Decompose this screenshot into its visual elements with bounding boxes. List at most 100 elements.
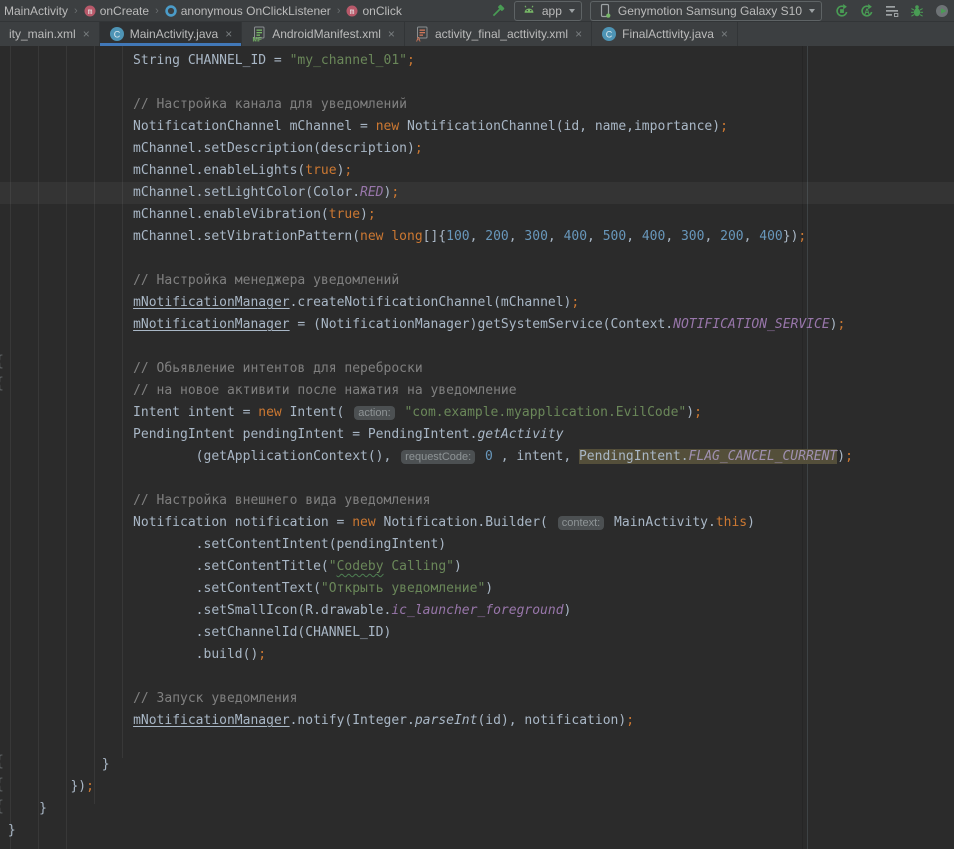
code-line[interactable]: .setChannelId(CHANNEL_ID) xyxy=(0,622,954,644)
svg-text:C: C xyxy=(113,30,120,40)
code-line[interactable]: mNotificationManager.createNotificationC… xyxy=(0,292,954,314)
code-line[interactable] xyxy=(0,336,954,358)
code-line[interactable]: .setSmallIcon(R.drawable.ic_launcher_for… xyxy=(0,600,954,622)
svg-text:m: m xyxy=(87,7,92,16)
layout-xml-icon: A xyxy=(414,26,430,42)
tab-label: FinalActtivity.java xyxy=(622,27,714,41)
tab-label: MainActivity.java xyxy=(130,27,218,41)
run-action-icons: A xyxy=(834,3,950,19)
code-line[interactable]: // Настройка канала для уведомлений xyxy=(0,94,954,116)
close-tab-icon[interactable]: × xyxy=(721,27,728,41)
run-toolbar: app Genymotion Samsung Galaxy S10 A xyxy=(490,1,950,21)
code-line[interactable]: // на новое активити после нажатия на ув… xyxy=(0,380,954,402)
code-line[interactable]: String CHANNEL_ID = "my_channel_01"; xyxy=(0,50,954,72)
code-line[interactable] xyxy=(0,666,954,688)
code-line[interactable] xyxy=(0,248,954,270)
code-line[interactable]: Notification notification = new Notifica… xyxy=(0,512,954,534)
editor-tab[interactable]: ity_main.xml × xyxy=(0,22,100,46)
profiler-icon[interactable] xyxy=(934,3,950,19)
coverage-icon[interactable] xyxy=(884,3,900,19)
breadcrumb-item[interactable]: m onClick xyxy=(346,4,401,18)
code-line[interactable]: mChannel.setVibrationPattern(new long[]{… xyxy=(0,226,954,248)
code-line[interactable]: mNotificationManager.notify(Integer.pars… xyxy=(0,710,954,732)
code-line[interactable]: mChannel.setDescription(description); xyxy=(0,138,954,160)
code-line[interactable]: } xyxy=(0,754,954,776)
breadcrumb-label: MainActivity xyxy=(4,4,68,18)
close-tab-icon[interactable]: × xyxy=(225,27,232,41)
android-studio-window: MainActivity › monCreate › anonymous OnClick… xyxy=(0,0,954,849)
device-label: Genymotion Samsung Galaxy S10 xyxy=(618,4,802,18)
close-tab-icon[interactable]: × xyxy=(575,27,582,41)
parameter-hint: context: xyxy=(558,516,605,530)
debug-icon[interactable] xyxy=(909,3,925,19)
code-line[interactable]: .setContentTitle("Codeby Calling") xyxy=(0,556,954,578)
java-class-icon: C xyxy=(109,26,125,42)
code-line[interactable]: // Обьявление интентов для переброски xyxy=(0,358,954,380)
breadcrumb: MainActivity › monCreate › anonymous OnClick… xyxy=(4,4,402,18)
code-line[interactable]: mNotificationManager = (NotificationMana… xyxy=(0,314,954,336)
gutter-fold-marker[interactable]: { xyxy=(0,777,4,791)
code-line[interactable] xyxy=(0,732,954,754)
code-line[interactable]: mChannel.setLightColor(Color.RED); xyxy=(0,182,954,204)
code-line[interactable]: // Запуск уведомления xyxy=(0,688,954,710)
chevron-down-icon xyxy=(809,9,815,13)
breadcrumb-label: anonymous OnClickListener xyxy=(181,4,331,18)
breadcrumb-item[interactable]: anonymous OnClickListener xyxy=(165,4,331,18)
editor-tab[interactable]: Aactivity_final_acttivity.xml × xyxy=(405,22,592,46)
apply-changes-icon[interactable] xyxy=(834,3,850,19)
code-line[interactable] xyxy=(0,72,954,94)
editor-tab[interactable]: C FinalActtivity.java × xyxy=(592,22,738,46)
anonymous-class-icon xyxy=(165,5,177,17)
close-tab-icon[interactable]: × xyxy=(83,27,90,41)
run-config-select[interactable]: app xyxy=(514,1,582,21)
parameter-hint: action: xyxy=(354,406,394,420)
run-config-label: app xyxy=(542,4,562,18)
parameter-hint: requestCode: xyxy=(401,450,475,464)
phone-icon xyxy=(597,3,613,19)
breadcrumb-item[interactable]: MainActivity xyxy=(4,4,68,18)
code-line[interactable]: }); xyxy=(0,776,954,798)
code-line[interactable]: .setContentText("Открыть уведомление") xyxy=(0,578,954,600)
editor-tab[interactable]: MF AndroidManifest.xml × xyxy=(242,22,405,46)
code-line[interactable]: mChannel.enableLights(true); xyxy=(0,160,954,182)
code-line[interactable]: NotificationChannel mChannel = new Notif… xyxy=(0,116,954,138)
code-line[interactable] xyxy=(0,468,954,490)
gutter-fold-marker[interactable]: { xyxy=(0,376,4,390)
svg-text:C: C xyxy=(606,30,613,40)
breadcrumb-separator: › xyxy=(155,5,159,17)
code-line[interactable]: // Настройка внешнего вида уведомления xyxy=(0,490,954,512)
gutter-fold-marker[interactable]: { xyxy=(0,354,4,368)
tab-label: activity_final_acttivity.xml xyxy=(435,27,568,41)
tab-label: AndroidManifest.xml xyxy=(272,27,381,41)
java-class-icon: C xyxy=(601,26,617,42)
code-line[interactable]: mChannel.enableVibration(true); xyxy=(0,204,954,226)
editor-tab[interactable]: C MainActivity.java × xyxy=(100,22,243,46)
navigation-bar: MainActivity › monCreate › anonymous OnClick… xyxy=(0,0,954,22)
tab-label: ity_main.xml xyxy=(9,27,76,41)
method-icon: m xyxy=(346,5,358,17)
breadcrumb-label: onClick xyxy=(362,4,401,18)
method-icon: m xyxy=(84,5,96,17)
close-tab-icon[interactable]: × xyxy=(388,27,395,41)
code-area[interactable]: String CHANNEL_ID = "my_channel_01"; // … xyxy=(0,50,954,842)
gutter-fold-marker[interactable]: { xyxy=(0,799,4,813)
code-editor[interactable]: String CHANNEL_ID = "my_channel_01"; // … xyxy=(0,46,954,849)
code-line[interactable]: } xyxy=(0,798,954,820)
apply-code-changes-icon[interactable]: A xyxy=(859,3,875,19)
code-line[interactable]: (getApplicationContext(), requestCode: 0… xyxy=(0,446,954,468)
breadcrumb-separator: › xyxy=(337,5,341,17)
gutter-fold-marker[interactable]: { xyxy=(0,754,4,768)
code-line[interactable]: PendingIntent pendingIntent = PendingInt… xyxy=(0,424,954,446)
code-line[interactable]: } xyxy=(0,820,954,842)
breadcrumb-separator: › xyxy=(74,5,78,17)
manifest-icon: MF xyxy=(251,26,267,42)
code-line[interactable]: .setContentIntent(pendingIntent) xyxy=(0,534,954,556)
svg-text:A: A xyxy=(416,37,421,43)
android-icon xyxy=(521,3,537,19)
device-select[interactable]: Genymotion Samsung Galaxy S10 xyxy=(590,1,822,21)
code-line[interactable]: Intent intent = new Intent( action: "com… xyxy=(0,402,954,424)
code-line[interactable]: .build(); xyxy=(0,644,954,666)
build-button[interactable] xyxy=(490,3,506,19)
breadcrumb-item[interactable]: monCreate xyxy=(84,4,149,18)
code-line[interactable]: // Настройка менеджера уведомлений xyxy=(0,270,954,292)
